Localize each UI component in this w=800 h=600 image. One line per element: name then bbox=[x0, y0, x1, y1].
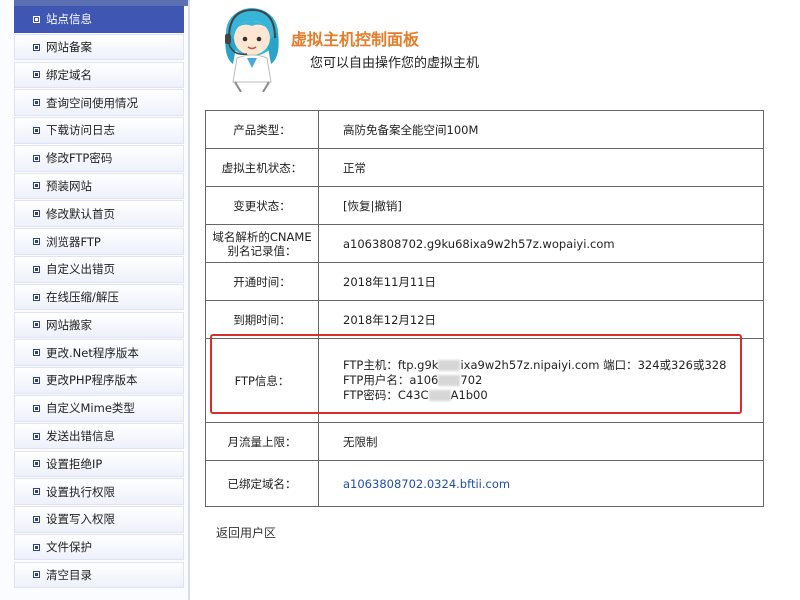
sidebar-item-label: 查询空间使用情况 bbox=[46, 95, 138, 110]
sidebar-item[interactable]: 预装网站 bbox=[14, 172, 184, 200]
sidebar-item-label: 清空目录 bbox=[46, 567, 92, 582]
table-row: 已绑定域名： a1063808702.0324.bftii.com bbox=[205, 460, 764, 507]
product-type-value: 高防免备案全能空间100M bbox=[318, 110, 764, 149]
change-status-value[interactable]: [恢复|撤销] bbox=[318, 186, 764, 225]
sidebar-item[interactable]: 浏览器FTP bbox=[14, 228, 184, 255]
open-time-label: 开通时间： bbox=[205, 262, 319, 301]
sidebar-item[interactable]: 设置写入权限 bbox=[14, 506, 184, 533]
back-to-user-area-link[interactable]: 返回用户区 bbox=[216, 524, 276, 541]
ftp-highlight-box bbox=[210, 334, 742, 414]
host-status-label: 虚拟主机状态： bbox=[205, 148, 319, 187]
expire-time-label: 到期时间： bbox=[205, 300, 319, 339]
page-subtitle: 您可以自由操作您的虚拟主机 bbox=[310, 56, 480, 71]
traffic-label: 月流量上限： bbox=[205, 422, 319, 461]
cname-label-line1: 域名解析的CNAME bbox=[212, 229, 312, 244]
sidebar-item-label: 设置写入权限 bbox=[46, 512, 115, 527]
bullet-icon bbox=[33, 404, 40, 412]
sidebar-item[interactable]: 修改默认首页 bbox=[14, 200, 184, 228]
bullet-icon bbox=[33, 210, 40, 218]
sidebar-item-label: 下载访问日志 bbox=[46, 123, 115, 138]
sidebar-item-label: 修改默认首页 bbox=[46, 206, 115, 221]
sidebar-item-label: 文件保护 bbox=[46, 540, 92, 555]
sidebar-item[interactable]: 发送出错信息 bbox=[14, 422, 184, 450]
sidebar-item[interactable]: 网站备案 bbox=[14, 33, 184, 61]
host-status-value: 正常 bbox=[318, 148, 764, 187]
sidebar-item-label: 设置拒绝IP bbox=[46, 456, 103, 471]
sidebar-item[interactable]: 查询空间使用情况 bbox=[14, 89, 184, 116]
sidebar-item-label: 自定义Mime类型 bbox=[46, 401, 135, 416]
sidebar-item[interactable]: 修改FTP密码 bbox=[14, 144, 184, 172]
cname-label-line2: 别名记录值： bbox=[227, 243, 297, 258]
bullet-icon bbox=[33, 349, 40, 357]
header: 虚拟主机控制面板 您可以自由操作您的虚拟主机 bbox=[205, 0, 765, 100]
sidebar: 站点信息网站备案绑定域名查询空间使用情况 下载访问日志 修改FTP密码 预装网站修改默… bbox=[0, 0, 190, 600]
sidebar-item-label: 发送出错信息 bbox=[46, 429, 115, 444]
cname-value: a1063808702.g9ku68ixa9w2h57z.wopaiyi.com bbox=[318, 224, 764, 263]
table-row: 开通时间： 2018年11月11日 bbox=[205, 262, 764, 301]
sidebar-menu: 站点信息网站备案绑定域名查询空间使用情况 下载访问日志 修改FTP密码 预装网站修改默… bbox=[14, 6, 184, 589]
sidebar-item[interactable]: 下载访问日志 bbox=[14, 117, 184, 144]
page-title: 虚拟主机控制面板 bbox=[291, 30, 420, 49]
sidebar-item-label: 更改.Net程序版本 bbox=[46, 345, 139, 360]
bound-domain-label: 已绑定域名： bbox=[205, 460, 319, 507]
bullet-icon bbox=[33, 571, 40, 579]
bullet-icon bbox=[33, 43, 40, 51]
host-info-table: 产品类型： 高防免备案全能空间100M 虚拟主机状态： 正常 变更状态： [恢复… bbox=[205, 110, 764, 507]
bound-domain-value: a1063808702.0324.bftii.com bbox=[318, 460, 764, 507]
sidebar-item-label: 修改FTP密码 bbox=[46, 151, 113, 166]
bullet-icon bbox=[33, 154, 40, 162]
bullet-icon bbox=[33, 71, 40, 79]
sidebar-item[interactable]: 网站搬家 bbox=[14, 311, 184, 339]
bullet-icon bbox=[33, 182, 40, 190]
bullet-icon bbox=[33, 126, 40, 134]
sidebar-item[interactable]: 设置拒绝IP bbox=[14, 450, 184, 478]
sidebar-item-label: 自定义出错页 bbox=[46, 262, 115, 277]
sidebar-item[interactable]: 清空目录 bbox=[14, 561, 184, 589]
bound-domain-link[interactable]: a1063808702.0324.bftii.com bbox=[343, 477, 510, 491]
cname-label: 域名解析的CNAME 别名记录值： bbox=[205, 224, 319, 263]
sidebar-item-label: 浏览器FTP bbox=[46, 234, 101, 249]
expire-time-value: 2018年12月12日 bbox=[318, 300, 764, 339]
bullet-icon bbox=[33, 376, 40, 384]
table-row: 产品类型： 高防免备案全能空间100M bbox=[205, 110, 764, 149]
bullet-icon bbox=[33, 515, 40, 523]
mascot-avatar bbox=[225, 8, 279, 92]
change-status-label: 变更状态： bbox=[205, 186, 319, 225]
bullet-icon bbox=[33, 265, 40, 273]
sidebar-item[interactable]: 设置执行权限 bbox=[14, 478, 184, 505]
sidebar-item-label: 站点信息 bbox=[46, 12, 92, 27]
traffic-value: 无限制 bbox=[318, 422, 764, 461]
sidebar-item[interactable]: 更改PHP程序版本 bbox=[14, 367, 184, 394]
sidebar-item[interactable]: 更改.Net程序版本 bbox=[14, 339, 184, 366]
sidebar-item-label: 网站搬家 bbox=[46, 317, 92, 332]
sidebar-item[interactable]: 自定义Mime类型 bbox=[14, 394, 184, 422]
product-type-label: 产品类型： bbox=[205, 110, 319, 149]
sidebar-item[interactable]: 绑定域名 bbox=[14, 61, 184, 89]
bullet-icon bbox=[33, 238, 40, 246]
sidebar-item[interactable]: 站点信息 bbox=[14, 6, 184, 33]
sidebar-item-label: 预装网站 bbox=[46, 178, 92, 193]
sidebar-item-label: 网站备案 bbox=[46, 40, 92, 55]
table-row: 月流量上限： 无限制 bbox=[205, 422, 764, 461]
sidebar-item-label: 更改PHP程序版本 bbox=[46, 373, 138, 388]
bullet-icon bbox=[33, 321, 40, 329]
table-row: 变更状态： [恢复|撤销] bbox=[205, 186, 764, 225]
bullet-icon bbox=[33, 488, 40, 496]
table-row: 到期时间： 2018年12月12日 bbox=[205, 300, 764, 339]
bullet-icon bbox=[33, 293, 40, 301]
open-time-value: 2018年11月11日 bbox=[318, 262, 764, 301]
sidebar-item[interactable]: 在线压缩/解压 bbox=[14, 283, 184, 311]
sidebar-item-label: 设置执行权限 bbox=[46, 484, 115, 499]
bullet-icon bbox=[33, 543, 40, 551]
bullet-icon bbox=[33, 460, 40, 468]
bullet-icon bbox=[33, 15, 40, 23]
table-row: 虚拟主机状态： 正常 bbox=[205, 148, 764, 187]
bullet-icon bbox=[33, 99, 40, 107]
sidebar-item-label: 绑定域名 bbox=[46, 67, 92, 82]
bullet-icon bbox=[33, 432, 40, 440]
sidebar-item[interactable]: 自定义出错页 bbox=[14, 256, 184, 283]
table-row: 域名解析的CNAME 别名记录值： a1063808702.g9ku68ixa9… bbox=[205, 224, 764, 263]
sidebar-item-label: 在线压缩/解压 bbox=[46, 290, 119, 305]
sidebar-item[interactable]: 文件保护 bbox=[14, 533, 184, 561]
